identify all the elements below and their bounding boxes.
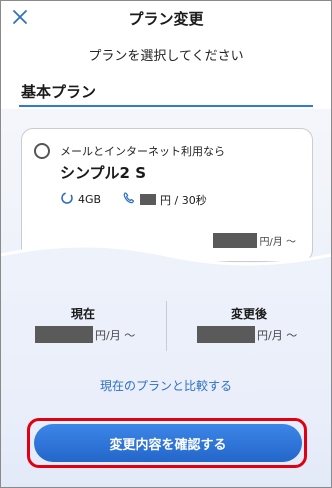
header: プラン変更 (1, 1, 331, 35)
plan-description: メールとインターネット利用なら (60, 145, 225, 158)
call-rate-suffix: 円 / 30秒 (160, 193, 207, 207)
after-label: 変更後 (231, 307, 268, 321)
redacted-after-price (197, 326, 255, 343)
page-title: プラン変更 (128, 10, 204, 28)
current-label: 現在 (71, 307, 96, 321)
compare-divider (166, 301, 167, 351)
current-price-suffix: 円/月 〜 (95, 328, 136, 342)
confirm-changes-button[interactable]: 変更内容を確認する (34, 424, 302, 462)
current-price: 円/月 〜 (35, 326, 135, 343)
call-spec: 円 / 30秒 (122, 191, 207, 208)
after-price: 円/月 〜 (197, 326, 297, 343)
compare-plans-link[interactable]: 現在のプランと比較する (1, 377, 331, 394)
wave-divider (1, 244, 331, 291)
redacted-call-rate (140, 194, 156, 205)
data-spec: 4GB (60, 191, 101, 208)
data-amount: 4GB (78, 193, 102, 206)
page-subtitle: プランを選択してください (88, 49, 244, 64)
plan-name: シンプル2 S (60, 164, 147, 182)
redacted-current-price (35, 326, 93, 343)
after-price-suffix: 円/月 〜 (257, 328, 298, 342)
data-icon (60, 191, 74, 208)
phone-icon (122, 191, 136, 208)
screen: プラン変更 プランを選択してください 基本プラン メールとインターネット利用なら… (0, 0, 332, 488)
plan-radio[interactable] (34, 143, 50, 159)
section-underline (19, 105, 313, 107)
section-title: 基本プラン (21, 83, 97, 101)
